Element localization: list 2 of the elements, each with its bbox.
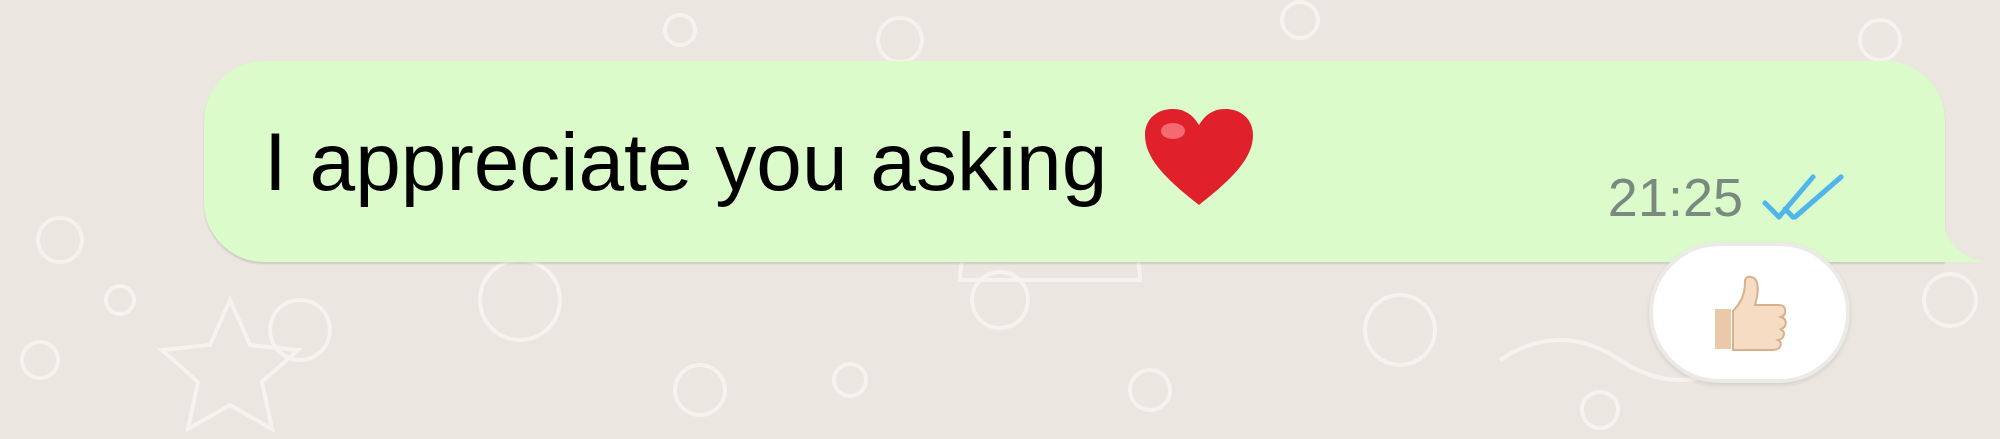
heart-icon (1143, 106, 1256, 207)
message-time: 21:25 (1607, 170, 1743, 224)
